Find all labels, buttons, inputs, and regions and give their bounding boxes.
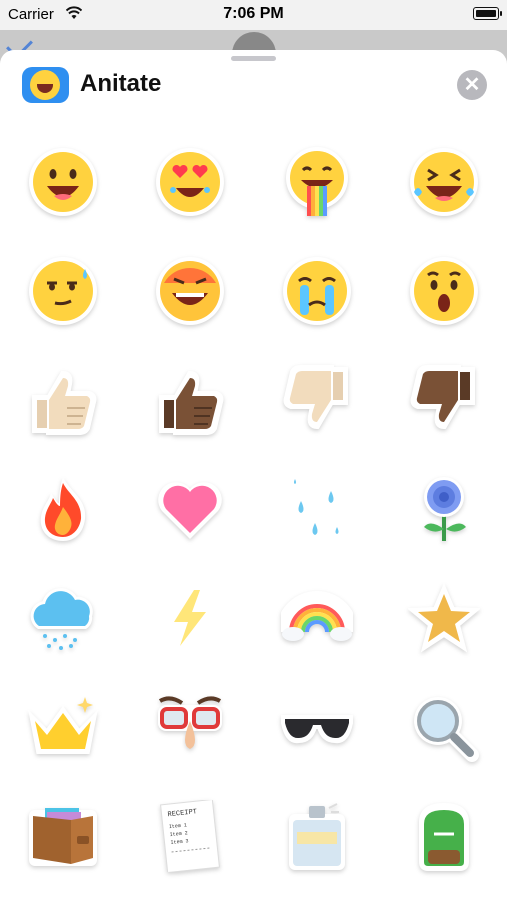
- clock: 7:06 PM: [223, 5, 284, 22]
- sticker-cell[interactable]: [0, 345, 127, 454]
- sticker-cell[interactable]: [380, 127, 507, 236]
- app-face-icon: [30, 70, 60, 100]
- sticker-cell[interactable]: [380, 454, 507, 563]
- sticker-row: [0, 127, 507, 236]
- heart-sticker[interactable]: [154, 473, 226, 545]
- angry-laughing-face-sticker[interactable]: [154, 255, 226, 327]
- sticker-cell[interactable]: [127, 672, 254, 781]
- thumbs-down-light-sticker[interactable]: [281, 364, 353, 436]
- sticker-cell[interactable]: [0, 563, 127, 672]
- magnifying-glass-sticker[interactable]: [408, 691, 480, 763]
- sticker-cell[interactable]: [254, 236, 381, 345]
- thumbs-up-dark-sticker[interactable]: [154, 364, 226, 436]
- sticker-cell[interactable]: RECEIPT Item 1 Item 2 Item 3: [127, 781, 254, 890]
- sticker-cell[interactable]: [254, 127, 381, 236]
- receipt-sticker[interactable]: RECEIPT Item 1 Item 2 Item 3: [154, 799, 226, 872]
- heart-eyes-face-sticker[interactable]: [154, 146, 226, 218]
- sticker-row: [0, 672, 507, 781]
- backpack-sticker[interactable]: [408, 800, 480, 872]
- lightning-bolt-sticker[interactable]: [154, 582, 226, 654]
- sticker-row: [0, 563, 507, 672]
- grinning-face-sticker[interactable]: [27, 146, 99, 218]
- sticker-cell[interactable]: [254, 345, 381, 454]
- sticker-cell[interactable]: [127, 236, 254, 345]
- star-sticker[interactable]: [407, 582, 480, 654]
- sticker-cell[interactable]: [380, 345, 507, 454]
- sticker-cell[interactable]: [0, 127, 127, 236]
- sticker-row: [0, 236, 507, 345]
- sticker-grid: RECEIPT Item 1 Item 2 Item 3: [0, 127, 507, 890]
- sticker-cell[interactable]: [0, 454, 127, 563]
- thumbs-down-dark-sticker[interactable]: [408, 364, 480, 436]
- sticker-row: RECEIPT Item 1 Item 2 Item 3: [0, 781, 507, 890]
- sticker-cell[interactable]: [127, 454, 254, 563]
- sweat-smirk-face-sticker[interactable]: [27, 255, 99, 327]
- sticker-cell[interactable]: [380, 563, 507, 672]
- laughing-tears-face-sticker[interactable]: [408, 146, 480, 218]
- sticker-cell[interactable]: [380, 781, 507, 890]
- sticker-cell[interactable]: [127, 563, 254, 672]
- app-title: Anitate: [80, 70, 162, 97]
- rainbow-sticker[interactable]: [280, 582, 353, 654]
- rain-cloud-sticker[interactable]: [27, 582, 99, 654]
- close-button[interactable]: ✕: [457, 70, 487, 100]
- sticker-cell[interactable]: [254, 563, 381, 672]
- sticker-cell[interactable]: [127, 127, 254, 236]
- sticker-cell[interactable]: [254, 781, 381, 890]
- wallet-sticker[interactable]: [27, 800, 99, 872]
- fire-sticker[interactable]: [27, 473, 99, 545]
- battery-icon: [473, 7, 502, 20]
- sticker-cell[interactable]: [380, 672, 507, 781]
- crown-sticker[interactable]: [27, 691, 99, 763]
- sticker-row: [0, 454, 507, 563]
- status-bar: Carrier 7:06 PM: [0, 0, 507, 30]
- nose-glasses-sticker[interactable]: [154, 691, 226, 763]
- rainbow-tongue-face-sticker[interactable]: [281, 146, 353, 218]
- blue-flower-sticker[interactable]: [408, 473, 480, 545]
- thumbs-up-light-sticker[interactable]: [27, 364, 99, 436]
- sticker-cell[interactable]: [380, 236, 507, 345]
- water-drops-sticker[interactable]: [281, 473, 353, 545]
- perfume-bottle-sticker[interactable]: [281, 800, 353, 872]
- sticker-cell[interactable]: [254, 454, 381, 563]
- sunglasses-sticker[interactable]: [280, 691, 353, 763]
- crying-face-sticker[interactable]: [281, 255, 353, 327]
- sticker-cell[interactable]: [127, 345, 254, 454]
- sticker-cell[interactable]: [0, 781, 127, 890]
- app-icon: [22, 67, 69, 103]
- sticker-row: [0, 345, 507, 454]
- sticker-cell[interactable]: [0, 672, 127, 781]
- sticker-cell[interactable]: [0, 236, 127, 345]
- sticker-sheet: Anitate ✕ RECEIPT Item 1 Item 2 Item 3: [0, 50, 507, 900]
- sheet-grabber-handle[interactable]: [231, 56, 276, 61]
- sticker-cell[interactable]: [254, 672, 381, 781]
- surprised-face-sticker[interactable]: [408, 255, 480, 327]
